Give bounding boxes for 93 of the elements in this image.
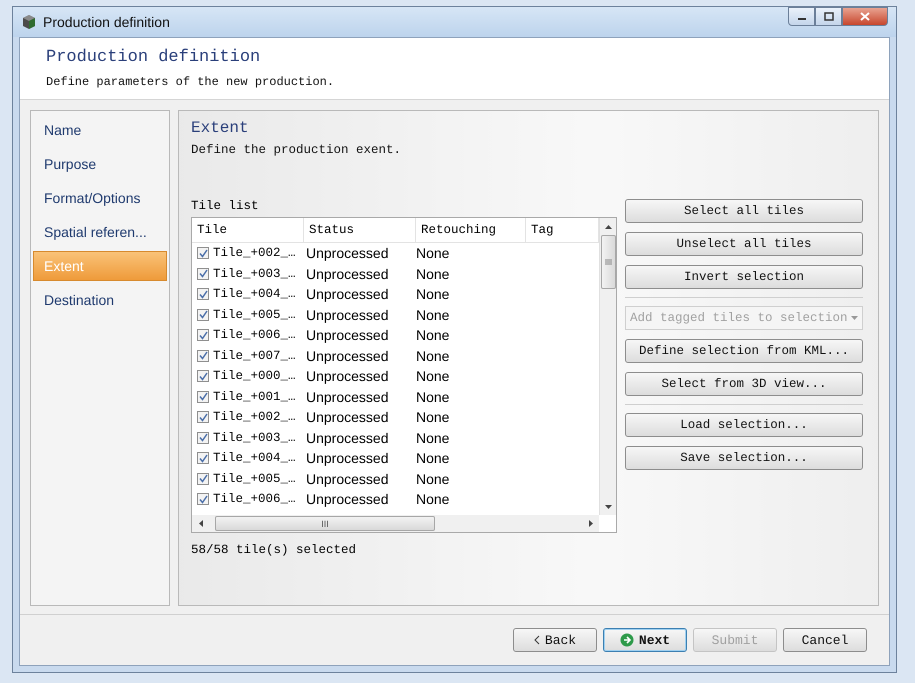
action-button[interactable]: Select from 3D view... — [625, 372, 863, 396]
checkbox[interactable] — [197, 247, 209, 260]
action-button[interactable]: Define selection from KML... — [625, 339, 863, 363]
dialog-title: Production definition — [46, 48, 262, 67]
footer-button[interactable]: Cancel — [783, 628, 867, 652]
dialog-subtitle: Define parameters of the new production. — [46, 75, 336, 89]
action-button[interactable]: Load selection... — [625, 413, 863, 437]
maximize-icon — [824, 12, 834, 21]
table-cell-text: Unprocessed — [305, 491, 390, 508]
cube-icon — [21, 14, 37, 30]
caret-icon — [851, 316, 858, 320]
table-cell-text: Unprocessed — [305, 348, 390, 364]
table-cell-text: Unprocessed — [305, 306, 390, 323]
close-icon — [859, 11, 871, 22]
checkbox[interactable] — [197, 268, 209, 280]
step-item[interactable]: Destination — [33, 285, 167, 315]
panel-title: Extent — [191, 119, 250, 137]
action-button[interactable]: Select all tiles — [625, 199, 863, 223]
right-arrow-icon[interactable] — [588, 520, 592, 527]
table-cell-text: None — [416, 348, 450, 364]
checkbox[interactable] — [197, 370, 209, 382]
window-title: Production definition — [43, 14, 171, 30]
table-cell-text: None — [416, 430, 450, 446]
column-header[interactable]: Tile — [192, 218, 304, 242]
table-cell-text: Unprocessed — [305, 388, 390, 405]
table-cell-text: None — [416, 450, 450, 466]
checkbox[interactable] — [197, 308, 209, 321]
maximize-button[interactable] — [815, 7, 842, 26]
action-button[interactable]: Save selection... — [625, 446, 863, 470]
table-cell-text: Unprocessed — [305, 286, 390, 302]
table-cell-text: None — [416, 388, 450, 405]
checkbox[interactable] — [197, 411, 209, 424]
checkbox[interactable] — [197, 288, 209, 300]
table-cell: Tile_+003_… — [213, 430, 296, 445]
selection-summary: 58/58 tile(s) selected — [191, 543, 358, 557]
table-cell-text: None — [416, 368, 450, 384]
table-cell-text: None — [416, 306, 450, 323]
next-button[interactable]: Next — [603, 628, 687, 652]
table-cell-text: None — [416, 286, 450, 302]
table-cell-text: Unprocessed — [305, 368, 390, 384]
checkbox[interactable] — [197, 472, 209, 485]
table-cell-text: None — [416, 470, 450, 487]
left-chevron-icon — [534, 635, 540, 645]
checkbox[interactable] — [197, 329, 209, 342]
table-cell-text: Unprocessed — [305, 470, 390, 487]
left-arrow-icon[interactable] — [198, 520, 202, 527]
table-cell-text: Unprocessed — [305, 245, 390, 262]
down-arrow-icon[interactable] — [604, 504, 612, 508]
table-cell: Tile_+001_… — [213, 390, 296, 404]
checkbox[interactable] — [197, 493, 209, 506]
table-cell: Tile_+005_… — [213, 308, 296, 322]
checkbox[interactable] — [197, 390, 209, 403]
table-cell-text: Unprocessed — [305, 409, 390, 426]
table-cell: Tile_+006_… — [213, 328, 296, 342]
table-cell-text: Unprocessed — [305, 266, 390, 282]
table-cell: Tile_+005_… — [213, 472, 296, 486]
table-cell-text: None — [416, 327, 450, 344]
scrollbar-thumb[interactable]: III — [215, 516, 435, 531]
table-cell: Tile_+000_… — [213, 369, 296, 384]
checkbox[interactable] — [197, 432, 209, 444]
table-cell: Tile_+002_… — [213, 246, 296, 260]
panel-subtitle: Define the production exent. — [191, 143, 402, 157]
right-arrow-circle-icon — [620, 633, 634, 647]
close-button[interactable] — [842, 7, 888, 26]
tile-list-label: Tile list — [191, 199, 260, 213]
table-cell: Tile_+007_… — [213, 348, 296, 363]
action-button[interactable]: Unselect all tiles — [625, 232, 863, 256]
table-cell-text: None — [416, 491, 450, 508]
table-cell: Tile_+003_… — [213, 266, 296, 281]
table-cell-text: Unprocessed — [305, 327, 390, 344]
step-item[interactable]: Name — [33, 115, 167, 145]
table-cell-text: None — [416, 266, 450, 282]
table-cell: Tile_+002_… — [213, 410, 296, 424]
table-cell: Tile_+006_… — [213, 492, 296, 506]
checkbox[interactable] — [197, 452, 209, 464]
vertical-scrollbar[interactable] — [599, 218, 616, 515]
step-item[interactable]: Format/Options — [33, 183, 167, 213]
column-header[interactable]: Retouching — [416, 218, 526, 242]
grip-icon — [604, 259, 612, 265]
action-button[interactable]: Invert selection — [625, 265, 863, 289]
step-item[interactable]: Spatial referen... — [33, 217, 167, 247]
table-cell-text: None — [416, 409, 450, 426]
back-button[interactable]: Back — [513, 628, 597, 652]
column-header[interactable]: Status — [304, 218, 416, 242]
up-arrow-icon[interactable] — [604, 224, 612, 228]
table-cell: Tile_+004_… — [213, 287, 296, 302]
checkbox[interactable] — [197, 350, 209, 362]
table-cell-text: None — [416, 245, 450, 262]
table-cell-text: Unprocessed — [305, 430, 390, 446]
step-item[interactable]: Purpose — [33, 149, 167, 179]
table-cell-text: Unprocessed — [305, 450, 390, 466]
table-cell: Tile_+004_… — [213, 451, 296, 466]
minimize-button[interactable] — [788, 7, 815, 26]
